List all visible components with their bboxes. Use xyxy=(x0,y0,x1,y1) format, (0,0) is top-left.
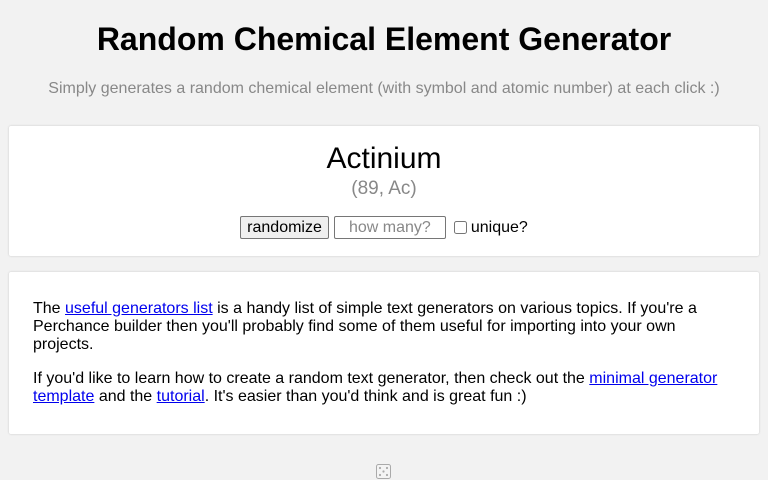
para1-text-before: The xyxy=(33,300,66,317)
unique-checkbox[interactable] xyxy=(453,221,467,234)
element-name: Actinium xyxy=(326,142,442,175)
info-paragraph-2: If you'd like to learn how to create a r… xyxy=(33,370,733,406)
randomize-button[interactable]: randomize xyxy=(240,216,329,239)
useful-generators-link[interactable]: useful generators list xyxy=(65,300,213,317)
para2-text-after: . It's easier than you'd think and is gr… xyxy=(204,388,527,405)
para2-text-mid: and the xyxy=(94,388,157,405)
page-subtitle: Simply generates a random chemical eleme… xyxy=(48,80,720,97)
page-title: Random Chemical Element Generator xyxy=(96,21,672,57)
page: Random Chemical Element Generator Simply… xyxy=(0,0,768,480)
element-detail: (89, Ac) xyxy=(351,178,417,199)
para2-text-before: If you'd like to learn how to create a r… xyxy=(33,370,590,387)
how-many-input[interactable] xyxy=(333,216,446,239)
dice-icon[interactable] xyxy=(376,464,391,479)
info-paragraph-1: The useful generators list is a handy li… xyxy=(33,300,733,354)
generator-controls: randomize unique? xyxy=(0,216,768,239)
tutorial-link[interactable]: tutorial xyxy=(157,388,205,405)
unique-label: unique? xyxy=(470,218,528,236)
